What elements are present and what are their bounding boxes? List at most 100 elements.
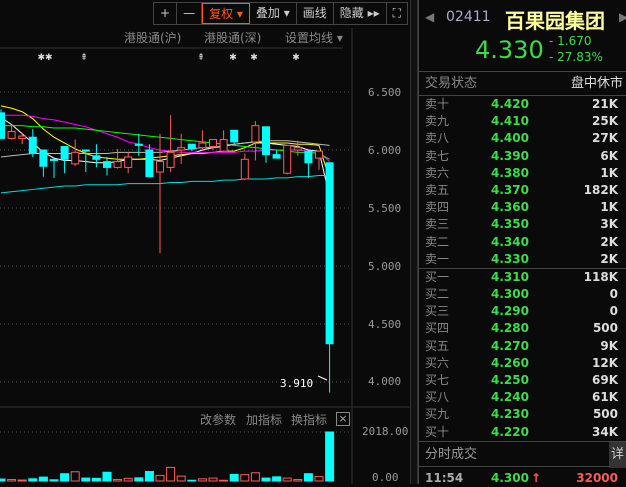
volume-bar [28, 478, 38, 482]
zoom-out-button[interactable]: — [177, 3, 203, 24]
ask-row[interactable]: 卖七 4.390 6K [419, 148, 626, 165]
row-label: 买十 [425, 424, 450, 439]
volume-bar [176, 475, 186, 482]
row-price: 4.220 [491, 424, 529, 439]
next-stock-icon[interactable]: ▶ [619, 10, 626, 24]
candle-up [293, 147, 302, 151]
ask-row[interactable]: 卖八 4.400 27K [419, 130, 626, 147]
candle-down [187, 143, 196, 150]
row-price: 4.290 [491, 304, 529, 319]
status-label: 交易状态 [425, 76, 478, 91]
candle-down [272, 154, 281, 159]
event-marker: ⇞ [80, 53, 88, 63]
volume-bar [240, 474, 250, 482]
row-vol: 6K [600, 148, 618, 163]
bid-row[interactable]: 买六 4.260 12K [419, 355, 626, 372]
row-vol: 1K [600, 165, 618, 180]
chart-toolbar: + — 复权 ▾ 叠加 ▾ 画线 隐藏 ▸▸ ⛶ [153, 2, 409, 25]
candle-down [230, 129, 239, 143]
bid-row[interactable]: 买九 4.230 500 [419, 406, 626, 423]
adjust-dropdown[interactable]: 复权 ▾ [202, 3, 250, 24]
volume-bar [7, 479, 17, 482]
row-price: 4.410 [491, 114, 529, 129]
ticks-title: 分时成交 [425, 446, 478, 462]
volume-bar [155, 474, 165, 482]
hk-connect-sz-link[interactable]: 港股通(深) [204, 29, 261, 46]
row-vol: 182K [583, 182, 618, 197]
volume-bar [250, 472, 260, 482]
bid-row[interactable]: 买七 4.250 69K [419, 372, 626, 389]
row-price: 4.280 [491, 321, 529, 336]
draw-line-button[interactable]: 画线 [297, 3, 334, 24]
bid-row[interactable]: 买三 4.290 0 [419, 303, 626, 320]
volume-bar [314, 476, 324, 482]
volume-bar [166, 466, 176, 482]
candle-down [134, 143, 143, 146]
ask-row[interactable]: 卖十 4.420 21K [419, 96, 626, 113]
edit-params-button[interactable]: 改参数 [200, 411, 236, 428]
hide-button[interactable]: 隐藏 ▸▸ [334, 3, 387, 24]
low-arrow [317, 375, 328, 381]
ma-line [0, 175, 330, 194]
bid-list: 买一 4.310 118K 买二 4.300 0 买三 4.290 0 买四 4.280 500 买五 4… [419, 269, 626, 441]
row-vol: 9K [600, 338, 618, 353]
overlay-dropdown[interactable]: 叠加 ▾ [250, 3, 297, 24]
ticks-detail-button[interactable]: 详 [608, 441, 626, 468]
hk-connect-sh-link[interactable]: 港股通(沪) [124, 29, 181, 46]
zoom-in-button[interactable]: + [154, 3, 178, 24]
row-vol: 27K [592, 131, 618, 146]
row-price: 4.390 [491, 148, 529, 163]
price-label: 4.500 [368, 318, 402, 331]
volume-bar [70, 471, 80, 482]
fullscreen-icon[interactable]: ⛶ [387, 3, 407, 24]
candle-up [198, 142, 207, 149]
volume-label: 0.00 [372, 471, 399, 484]
ask-row[interactable]: 卖四 4.360 1K [419, 199, 626, 216]
ask-row[interactable]: 卖一 4.330 2K [419, 251, 626, 268]
panel-splitter[interactable] [410, 0, 418, 484]
bid-row[interactable]: 买四 4.280 500 [419, 320, 626, 337]
volume-bar [38, 476, 48, 482]
event-marker: ✱ [250, 53, 258, 63]
candle-up [240, 158, 249, 180]
row-vol: 21K [592, 97, 618, 111]
candle-down [28, 136, 37, 154]
event-marker: ✱ [292, 53, 300, 63]
add-indicator-button[interactable]: 加指标 [246, 411, 282, 428]
price-label: 6.000 [368, 144, 402, 157]
event-marker: ✱ [229, 53, 237, 63]
volume-bar [229, 473, 239, 482]
price-label: 4.000 [368, 375, 402, 388]
volume-bar [272, 476, 282, 482]
kline-chart[interactable]: ✱✱ ⇞ ⇞ ✱ ✱ ✱ + — 复权 ▾ 叠加 ▾ 画线 隐藏 ▸▸ ⛶ 港股通(沪) … [0, 0, 412, 484]
row-price: 4.240 [491, 390, 529, 405]
ask-row[interactable]: 卖三 4.350 3K [419, 216, 626, 233]
candle-down [92, 155, 101, 160]
bid-row[interactable]: 买十 4.220 34K [419, 424, 626, 441]
row-price: 4.360 [491, 200, 529, 215]
switch-indicator-button[interactable]: 换指标 [291, 411, 327, 428]
candle-up [177, 147, 186, 151]
bid-row[interactable]: 买二 4.300 0 [419, 286, 626, 303]
row-label: 卖一 [425, 251, 450, 266]
candle-up [251, 125, 260, 143]
row-price: 4.260 [491, 355, 529, 370]
volume-bar [187, 479, 197, 482]
ask-row[interactable]: 卖五 4.370 182K [419, 182, 626, 199]
volume-bar [325, 431, 335, 482]
bid-row[interactable]: 买一 4.310 118K [419, 269, 626, 286]
volume-bar [197, 478, 207, 482]
bid-row[interactable]: 买五 4.270 9K [419, 338, 626, 355]
ma-setting-dropdown[interactable]: 设置均线 ▾ [285, 29, 343, 46]
ask-row[interactable]: 卖二 4.340 2K [419, 234, 626, 251]
bid-row[interactable]: 买八 4.240 61K [419, 389, 626, 406]
ask-row[interactable]: 卖九 4.410 25K [419, 113, 626, 130]
row-label: 卖十 [425, 97, 450, 111]
prev-stock-icon[interactable]: ◀ [425, 10, 434, 24]
volume-bar [49, 479, 59, 482]
close-indicator-icon[interactable]: × [336, 412, 350, 426]
price-label: 5.500 [368, 202, 402, 215]
row-price: 4.420 [491, 97, 529, 111]
ask-row[interactable]: 卖六 4.380 1K [419, 165, 626, 182]
candle-down [60, 146, 69, 160]
